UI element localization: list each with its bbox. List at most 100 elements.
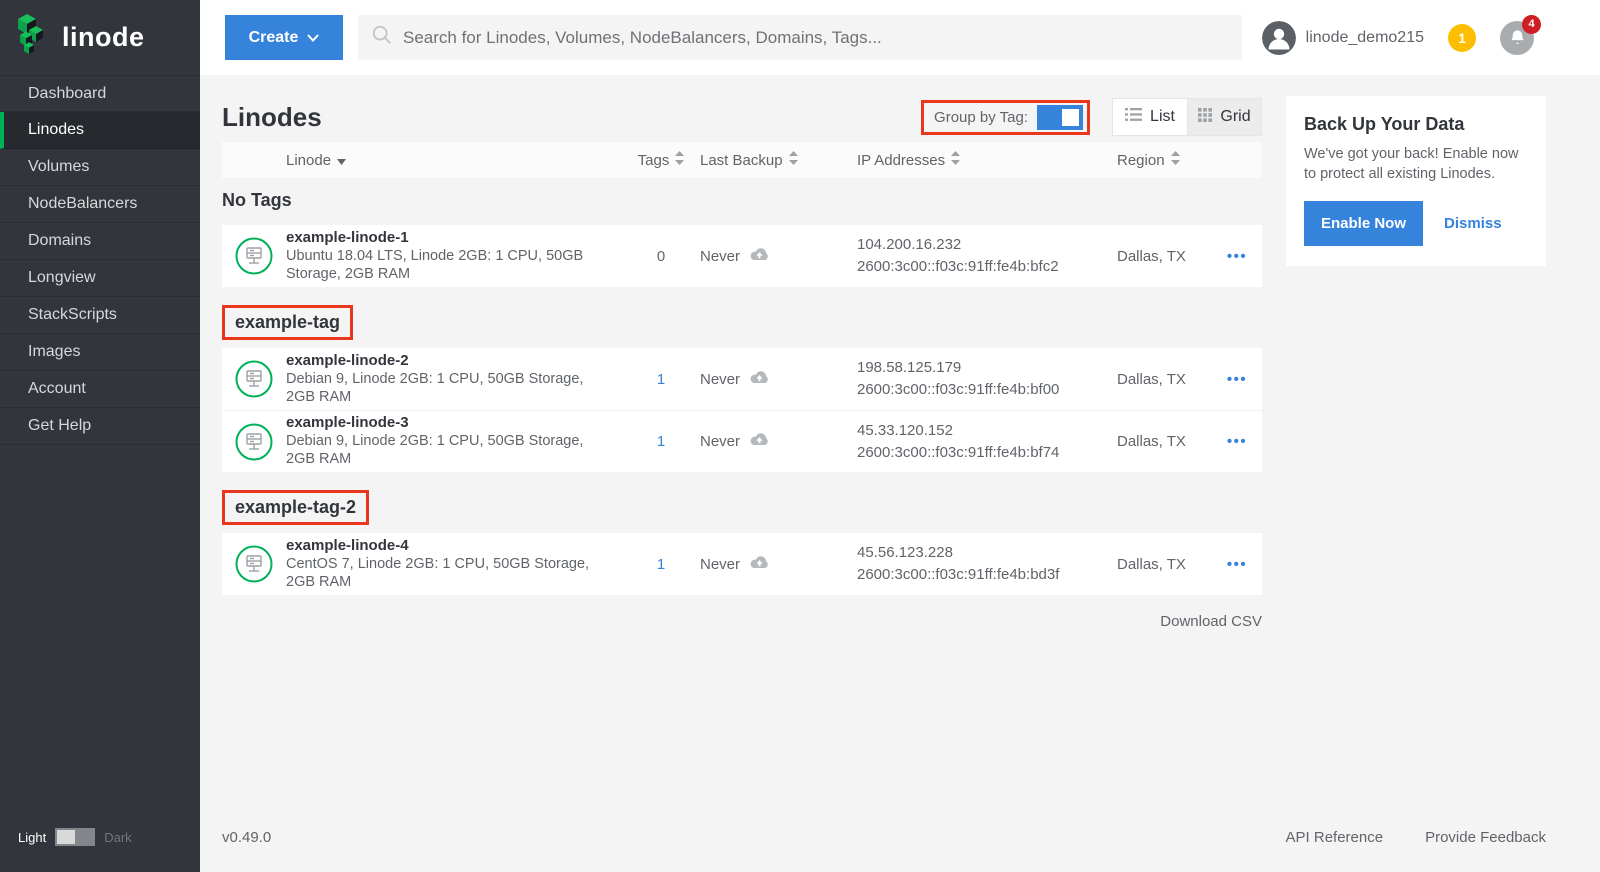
sidebar-item-stackscripts[interactable]: StackScripts <box>0 297 200 334</box>
tags-count: 0 <box>622 248 700 265</box>
sidebar-item-longview[interactable]: Longview <box>0 260 200 297</box>
linode-specs: Debian 9, Linode 2GB: 1 CPU, 50GB Storag… <box>286 433 594 468</box>
search-bar <box>358 15 1242 60</box>
ipv4-address: 104.200.16.232 <box>857 234 1117 256</box>
linode-label-cell: example-linode-3 Debian 9, Linode 2GB: 1… <box>286 414 622 468</box>
sidebar-item-dashboard[interactable]: Dashboard <box>0 75 200 112</box>
linode-name[interactable]: example-linode-2 <box>286 352 594 369</box>
backup-cloud-icon <box>749 370 770 389</box>
linode-name[interactable]: example-linode-1 <box>286 229 594 246</box>
ipv4-address: 45.33.120.152 <box>857 420 1117 442</box>
ipv6-address: 2600:3c00::f03c:91ff:fe4b:bd3f <box>857 564 1117 586</box>
tags-count[interactable]: 1 <box>622 556 700 573</box>
linode-name[interactable]: example-linode-4 <box>286 537 594 554</box>
row-actions-icon[interactable]: ••• <box>1212 433 1262 450</box>
linodes-list-panel: Linodes Group by Tag: List <box>222 96 1262 630</box>
last-backup-cell: Never <box>700 370 857 389</box>
sort-icon <box>675 151 684 169</box>
notifications-button[interactable]: 4 <box>1500 21 1534 55</box>
enable-now-button[interactable]: Enable Now <box>1304 201 1423 246</box>
group-rows: example-linode-2 Debian 9, Linode 2GB: 1… <box>222 348 1262 472</box>
create-button-label: Create <box>249 29 299 47</box>
sidebar-item-account[interactable]: Account <box>0 371 200 408</box>
sidebar-item-label: Account <box>28 380 86 398</box>
group-by-tag-label: Group by Tag: <box>934 109 1028 126</box>
region: Dallas, TX <box>1117 371 1212 388</box>
sidebar-item-get-help[interactable]: Get Help <box>0 408 200 445</box>
group-rows: example-linode-4 CentOS 7, Linode 2GB: 1… <box>222 533 1262 595</box>
group-tag: example-tag-2 <box>222 490 369 525</box>
ip-addresses-cell: 104.200.16.232 2600:3c00::f03c:91ff:fe4b… <box>857 234 1117 278</box>
backup-panel-actions: Enable Now Dismiss <box>1304 201 1528 246</box>
list-controls: Group by Tag: List <box>921 98 1262 136</box>
linode-row[interactable]: example-linode-1 Ubuntu 18.04 LTS, Linod… <box>222 225 1262 287</box>
linode-instance-icon <box>222 423 286 461</box>
sidebar-item-linodes[interactable]: Linodes <box>0 112 200 149</box>
sidebar-item-label: Dashboard <box>28 85 106 103</box>
provide-feedback-link[interactable]: Provide Feedback <box>1425 829 1546 846</box>
download-csv-link[interactable]: Download CSV <box>222 613 1262 630</box>
sidebar-item-nodebalancers[interactable]: NodeBalancers <box>0 186 200 223</box>
list-view-button[interactable]: List <box>1113 99 1187 135</box>
list-view-label: List <box>1150 108 1175 126</box>
api-reference-link[interactable]: API Reference <box>1286 829 1384 846</box>
linode-instance-icon <box>222 545 286 583</box>
linode-row[interactable]: example-linode-4 CentOS 7, Linode 2GB: 1… <box>222 533 1262 595</box>
user-avatar-icon <box>1262 21 1296 55</box>
theme-toggle: Light Dark <box>18 828 132 846</box>
app-version: v0.49.0 <box>222 829 271 846</box>
column-header-last-backup[interactable]: Last Backup <box>700 151 857 169</box>
group-by-tag-annotation: Group by Tag: <box>921 100 1090 135</box>
pending-events-badge[interactable]: 1 <box>1448 24 1476 52</box>
app-window: linode Dashboard Linodes Volumes NodeBal… <box>0 0 1600 872</box>
row-actions-icon[interactable]: ••• <box>1212 556 1262 573</box>
tags-count[interactable]: 1 <box>622 371 700 388</box>
sidebar-item-volumes[interactable]: Volumes <box>0 149 200 186</box>
sidebar-item-label: Images <box>28 343 80 361</box>
sidebar-item-label: Longview <box>28 269 96 287</box>
linode-specs: Debian 9, Linode 2GB: 1 CPU, 50GB Storag… <box>286 371 594 406</box>
search-input[interactable] <box>403 28 1229 48</box>
content-area: Create linode_demo215 1 <box>200 0 1600 872</box>
tags-count[interactable]: 1 <box>622 433 700 450</box>
linode-specs: Ubuntu 18.04 LTS, Linode 2GB: 1 CPU, 50G… <box>286 248 594 283</box>
user-menu[interactable]: linode_demo215 <box>1262 21 1424 55</box>
sort-icon <box>789 151 798 169</box>
linode-specs: CentOS 7, Linode 2GB: 1 CPU, 50GB Storag… <box>286 556 594 591</box>
sidebar-item-domains[interactable]: Domains <box>0 223 200 260</box>
group-by-tag-toggle[interactable] <box>1037 105 1083 130</box>
last-backup-cell: Never <box>700 555 857 574</box>
logo-wordmark: linode <box>62 22 145 53</box>
grid-view-label: Grid <box>1220 108 1250 126</box>
backup-cloud-icon <box>749 555 770 574</box>
sidebar-item-label: NodeBalancers <box>28 195 137 213</box>
topbar: Create linode_demo215 1 <box>200 0 1600 75</box>
column-header-region[interactable]: Region <box>1117 151 1212 169</box>
linode-row[interactable]: example-linode-3 Debian 9, Linode 2GB: 1… <box>222 410 1262 472</box>
create-button[interactable]: Create <box>225 15 343 60</box>
backup-panel-body: We've got your back! Enable now to prote… <box>1304 145 1528 184</box>
row-actions-icon[interactable]: ••• <box>1212 248 1262 265</box>
region: Dallas, TX <box>1117 248 1212 265</box>
theme-toggle-switch[interactable] <box>55 828 95 846</box>
linode-row[interactable]: example-linode-2 Debian 9, Linode 2GB: 1… <box>222 348 1262 410</box>
row-actions-icon[interactable]: ••• <box>1212 371 1262 388</box>
theme-dark-label: Dark <box>104 830 131 845</box>
region: Dallas, TX <box>1117 433 1212 450</box>
column-header-ip-addresses[interactable]: IP Addresses <box>857 151 1117 169</box>
last-backup: Never <box>700 371 740 388</box>
sidebar-item-label: Domains <box>28 232 91 250</box>
table-groups: No Tags <box>222 178 1262 595</box>
dismiss-link[interactable]: Dismiss <box>1444 215 1502 232</box>
linode-logo-icon <box>16 13 52 62</box>
column-header-tags[interactable]: Tags <box>622 151 700 169</box>
last-backup-cell: Never <box>700 247 857 266</box>
sidebar-item-images[interactable]: Images <box>0 334 200 371</box>
column-header-linode[interactable]: Linode <box>286 152 622 169</box>
linode-label-cell: example-linode-1 Ubuntu 18.04 LTS, Linod… <box>286 229 622 283</box>
linode-logo[interactable]: linode <box>0 0 200 75</box>
grid-view-button[interactable]: Grid <box>1187 99 1261 135</box>
footer: v0.49.0 API Reference Provide Feedback <box>222 829 1546 846</box>
linode-name[interactable]: example-linode-3 <box>286 414 594 431</box>
linode-label-cell: example-linode-4 CentOS 7, Linode 2GB: 1… <box>286 537 622 591</box>
